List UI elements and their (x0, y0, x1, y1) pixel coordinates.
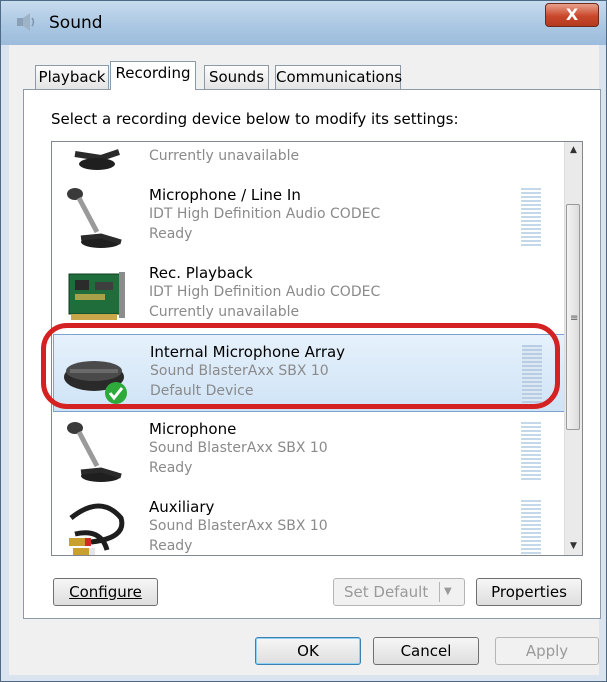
window-title: Sound (49, 13, 103, 33)
split-divider (439, 582, 440, 602)
list-item-device[interactable]: Microphone / Line In IDT High Definition… (53, 178, 565, 256)
tab-communications[interactable]: Communications (275, 65, 403, 89)
level-meter (521, 422, 541, 480)
device-status: Currently unavailable (149, 304, 300, 320)
close-button[interactable]: X (545, 3, 599, 27)
device-name: Rec. Playback (149, 264, 253, 282)
highlight-annotation (41, 323, 560, 409)
device-status: Ready (149, 460, 193, 476)
device-driver: IDT High Definition Audio CODEC (149, 284, 381, 300)
level-meter (521, 188, 541, 246)
scroll-thumb[interactable]: ≡ (566, 204, 580, 430)
device-name: Microphone (149, 420, 237, 438)
grip-icon: ≡ (570, 313, 579, 324)
ok-button[interactable]: OK (255, 637, 361, 665)
instruction-text: Select a recording device below to modif… (51, 110, 459, 128)
list-item-device[interactable]: Currently unavailable (53, 142, 565, 178)
title-bar[interactable]: Sound X (1, 1, 606, 45)
list-item-device[interactable]: Auxiliary Sound BlasterAxx SBX 10 Ready (53, 490, 565, 555)
speaker-icon (17, 13, 35, 31)
sound-card-icon (68, 272, 125, 320)
tab-label: Playback (38, 68, 106, 86)
microphone-icon (67, 422, 122, 482)
device-driver: Sound BlasterAxx SBX 10 (149, 440, 328, 456)
cancel-button[interactable]: Cancel (373, 637, 479, 665)
apply-button[interactable]: Apply (495, 637, 599, 665)
tab-label: Communications (276, 68, 403, 86)
properties-button[interactable]: Properties (476, 578, 582, 606)
scroll-up-icon[interactable]: ▲ (565, 142, 582, 159)
device-status: Currently unavailable (149, 148, 300, 164)
microphone-icon (74, 149, 120, 170)
close-icon: X (565, 5, 579, 24)
sound-dialog: Sound X Playback Recording Sounds Commun… (0, 0, 607, 682)
rca-cable-icon (69, 503, 125, 555)
device-status: Ready (149, 538, 193, 554)
dropdown-arrow-icon[interactable]: ▼ (444, 579, 452, 605)
device-name: Auxiliary (149, 498, 215, 516)
device-driver: Sound BlasterAxx SBX 10 (149, 518, 328, 534)
list-item-device[interactable]: Microphone Sound BlasterAxx SBX 10 Ready (53, 412, 565, 490)
vertical-scrollbar[interactable]: ▲ ≡ ▼ (564, 142, 582, 555)
scroll-down-icon[interactable]: ▼ (565, 538, 582, 555)
set-default-button[interactable]: Set Default ▼ (333, 578, 465, 606)
level-meter (521, 500, 541, 555)
tab-recording[interactable]: Recording (110, 61, 196, 90)
device-name: Microphone / Line In (149, 186, 301, 204)
microphone-icon (67, 188, 122, 248)
device-driver: IDT High Definition Audio CODEC (149, 206, 381, 222)
tab-sounds[interactable]: Sounds (204, 65, 269, 89)
tab-playback[interactable]: Playback (35, 65, 109, 89)
configure-button[interactable]: Configure (53, 578, 158, 606)
tab-label: Recording (115, 64, 191, 82)
tab-label: Sounds (208, 68, 265, 86)
device-status: Ready (149, 226, 193, 242)
set-default-label: Set Default (344, 583, 429, 601)
